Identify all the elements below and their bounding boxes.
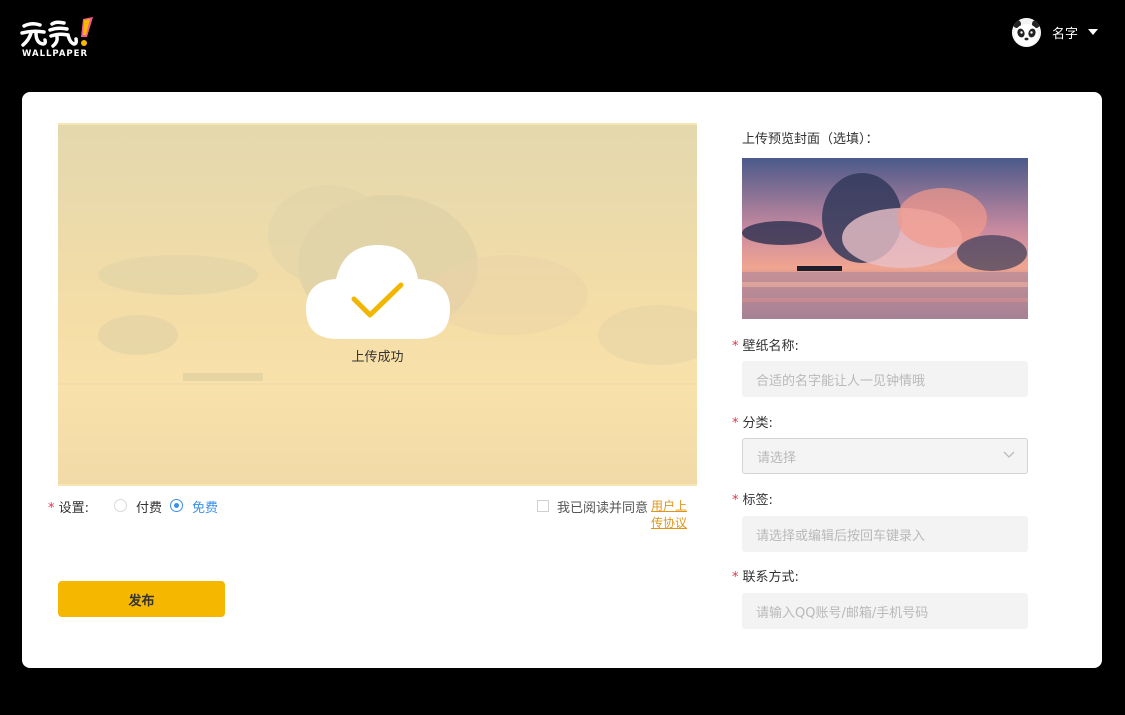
- contact-label: * 联系方式:: [732, 566, 799, 585]
- wallpaper-name-placeholder: 合适的名字能让人一见钟情哦: [756, 373, 926, 389]
- category-select[interactable]: 请选择: [742, 438, 1028, 474]
- category-label: * 分类:: [732, 412, 773, 431]
- free-radio[interactable]: [170, 499, 183, 512]
- avatar[interactable]: [1012, 17, 1041, 47]
- pricing-settings: * 设置: 付费 免费 我已阅读并同意 用户上传协议: [48, 496, 698, 530]
- preview-cover-label: 上传预览封面（选填）：: [742, 132, 879, 147]
- preview-cover-image[interactable]: [742, 158, 1028, 319]
- tags-label-text: 标签:: [742, 493, 773, 508]
- paid-radio-label[interactable]: 付费: [136, 497, 162, 516]
- category-label-text: 分类:: [742, 416, 773, 431]
- settings-label: * 设置:: [48, 497, 89, 516]
- user-agreement-link[interactable]: 用户上传协议: [651, 497, 698, 531]
- tags-placeholder: 请选择或编辑后按回车键录入: [756, 528, 926, 544]
- publish-button[interactable]: 发布: [58, 581, 225, 617]
- agreement-checkbox[interactable]: [537, 500, 549, 512]
- contact-label-text: 联系方式:: [742, 570, 799, 585]
- user-menu[interactable]: 名字: [1012, 17, 1099, 47]
- panda-avatar-icon: [1012, 17, 1041, 47]
- agreement-text: 我已阅读并同意: [557, 501, 649, 516]
- upload-status-text: 上传成功: [351, 350, 404, 365]
- upload-dropzone[interactable]: 上传成功: [58, 123, 697, 486]
- user-name[interactable]: 名字: [1052, 23, 1078, 42]
- settings-label-text: 设置:: [58, 501, 90, 516]
- contact-placeholder: 请输入QQ账号/邮箱/手机号码: [756, 605, 929, 621]
- paid-radio[interactable]: [114, 499, 127, 512]
- chevron-down-icon[interactable]: [1003, 451, 1015, 459]
- top-bar: WALLPAPER 名字: [0, 0, 1125, 92]
- category-placeholder: 请选择: [757, 450, 797, 466]
- caret-down-icon[interactable]: [1088, 29, 1099, 35]
- wallpaper-name-input[interactable]: 合适的名字能让人一见钟情哦: [742, 361, 1028, 397]
- wallpaper-name-label-text: 壁纸名称:: [742, 339, 799, 354]
- tags-input[interactable]: 请选择或编辑后按回车键录入: [742, 516, 1028, 552]
- upload-card: 上传成功 * 设置: 付费 免费 我已阅读并同意 用户上传协议 发布 上传预览封…: [22, 92, 1102, 668]
- required-asterisk: *: [732, 416, 739, 431]
- cover-thumbnail: [742, 158, 1028, 319]
- required-asterisk: *: [48, 501, 59, 516]
- required-asterisk: *: [732, 570, 739, 585]
- wallpaper-name-label: * 壁纸名称:: [732, 335, 799, 354]
- free-radio-label[interactable]: 免费: [192, 497, 218, 516]
- required-asterisk: *: [732, 493, 739, 508]
- logo-wordmark: WALLPAPER: [22, 49, 89, 59]
- required-asterisk: *: [732, 339, 739, 354]
- cloud-check-icon: [306, 245, 450, 339]
- tags-label: * 标签:: [732, 489, 773, 508]
- contact-input[interactable]: 请输入QQ账号/邮箱/手机号码: [742, 593, 1028, 629]
